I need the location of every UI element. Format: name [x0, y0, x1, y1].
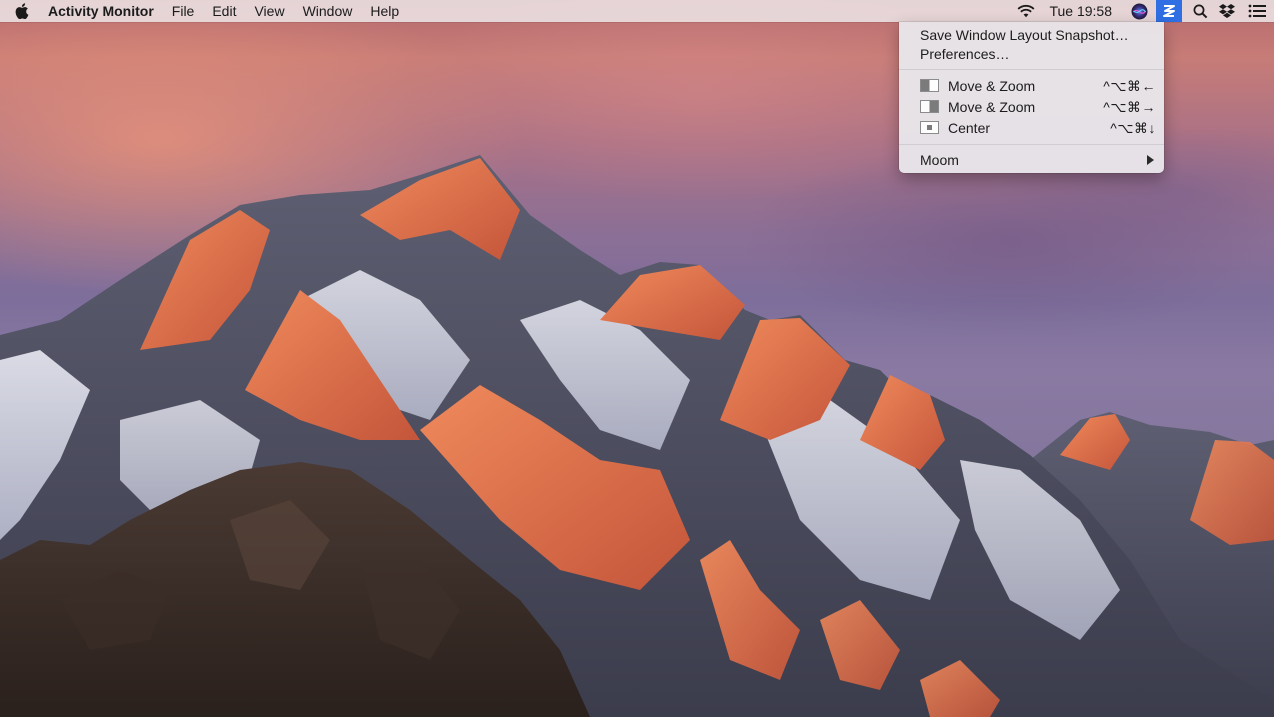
desktop: Activity Monitor File Edit View Window H…: [0, 0, 1274, 717]
menu-clock[interactable]: Tue 19:58: [1049, 0, 1120, 22]
shortcut-label: ^⌥⌘↓: [1110, 118, 1156, 138]
menu-item-moom-submenu[interactable]: Moom: [899, 150, 1164, 170]
siri-icon[interactable]: [1128, 0, 1150, 22]
moom-dropdown-menu: Save Window Layout Snapshot… Preferences…: [899, 22, 1164, 173]
dropbox-icon[interactable]: [1214, 0, 1240, 22]
menu-item-preferences[interactable]: Preferences…: [899, 44, 1164, 64]
moom-icon[interactable]: [1156, 0, 1182, 22]
menu-item-save-snapshot[interactable]: Save Window Layout Snapshot…: [899, 25, 1164, 45]
menu-item-label: Move & Zoom: [948, 97, 1035, 117]
apple-logo-icon[interactable]: [0, 0, 44, 22]
right-half-icon: [920, 100, 939, 113]
left-half-icon: [920, 79, 939, 92]
menu-help[interactable]: Help: [361, 0, 408, 22]
menu-item-label: Move & Zoom: [948, 76, 1035, 96]
menu-file[interactable]: File: [163, 0, 204, 22]
submenu-arrow-icon: [1146, 150, 1155, 175]
menu-item-move-zoom-left[interactable]: Move & Zoom ^⌥⌘←: [899, 76, 1164, 96]
menu-item-preferences-label: Preferences…: [920, 44, 1009, 64]
wifi-icon[interactable]: [1013, 0, 1039, 22]
menu-separator: [899, 144, 1164, 145]
menu-view[interactable]: View: [245, 0, 293, 22]
menu-separator: [899, 69, 1164, 70]
menu-edit[interactable]: Edit: [203, 0, 245, 22]
center-icon: [920, 121, 939, 134]
menu-bar: Activity Monitor File Edit View Window H…: [0, 0, 1274, 22]
shortcut-label: ^⌥⌘→: [1103, 97, 1156, 117]
menu-item-center[interactable]: Center ^⌥⌘↓: [899, 118, 1164, 138]
menu-item-save-snapshot-label: Save Window Layout Snapshot…: [920, 25, 1129, 45]
menu-item-move-zoom-right[interactable]: Move & Zoom ^⌥⌘→: [899, 97, 1164, 117]
spotlight-search-icon[interactable]: [1186, 0, 1214, 22]
notification-center-icon[interactable]: [1240, 0, 1274, 22]
menu-app-name[interactable]: Activity Monitor: [44, 0, 163, 22]
menu-item-moom-label: Moom: [920, 150, 959, 170]
menu-window[interactable]: Window: [294, 0, 362, 22]
shortcut-label: ^⌥⌘←: [1103, 76, 1156, 96]
menu-item-label: Center: [948, 118, 990, 138]
